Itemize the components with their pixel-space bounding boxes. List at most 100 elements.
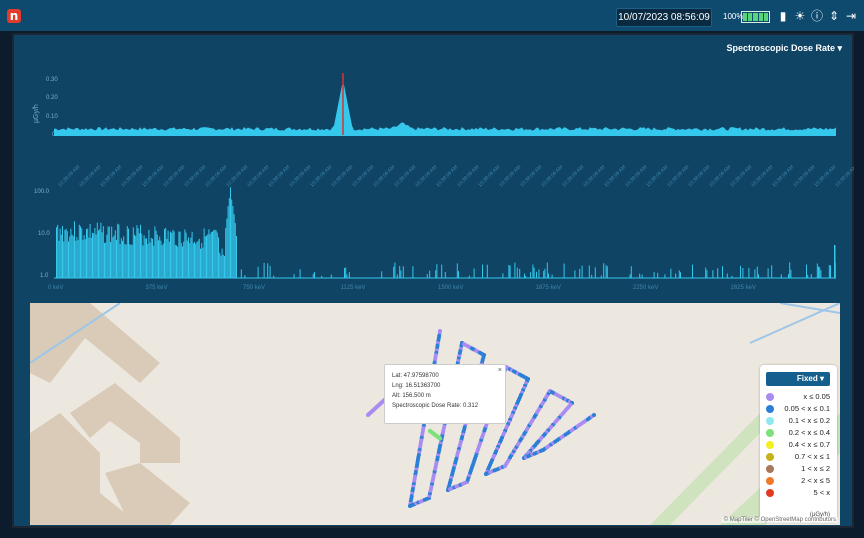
info-icon[interactable]: ⓘ (810, 8, 824, 24)
spectrum-bar (381, 271, 383, 278)
spectrum-bar (789, 262, 791, 278)
spectrum-bar (806, 264, 807, 278)
spectrum-bar (171, 232, 173, 278)
spectrum-bar (226, 218, 228, 278)
spectrum-bar (118, 224, 120, 278)
spectrum-bar (108, 226, 110, 278)
spectrum-bar (100, 222, 102, 278)
spectrum-bar (189, 243, 191, 278)
energy-spectrum-chart[interactable]: 100.0 10.0 1.0 0 keV 375 keV 750 keV 1125 k… (14, 185, 854, 303)
spectrum-bar (818, 266, 819, 278)
spectrum-bar (124, 244, 126, 278)
spectrum-bar (756, 266, 758, 278)
spectrum-bar (130, 244, 132, 278)
spectrum-bar (675, 273, 677, 278)
metric-selector-dropdown[interactable]: Spectroscopic Dose Rate ▾ (726, 43, 842, 54)
spectrum-bar (606, 266, 608, 278)
spectrum-bar (71, 234, 73, 278)
spectrum-bar (712, 270, 714, 278)
spectrum-bar (330, 274, 332, 278)
spectrum-bar (195, 243, 197, 278)
spectrum-bar (160, 240, 162, 278)
dose-y-tick: 0.10 (46, 114, 58, 120)
spectrum-bar (509, 265, 511, 278)
spectrum-bar (170, 231, 171, 278)
spectrum-bar (731, 275, 733, 278)
spectrum-bar (227, 206, 229, 278)
spectrum-bar (78, 224, 80, 278)
spectrum-bar (396, 274, 398, 278)
spectrum-bar (267, 263, 269, 278)
map-view[interactable]: × Lat: 47.97598700 Lng: 16.51363700 Alt:… (30, 303, 840, 525)
spectrum-bar (639, 273, 641, 278)
spectrum-bar (216, 232, 218, 278)
connection-icon[interactable]: ⇕ (827, 8, 841, 24)
spectrum-bar (141, 233, 143, 278)
spectrum-bar (99, 229, 101, 278)
spectrum-bar (172, 229, 174, 278)
spectrum-bar (119, 244, 121, 278)
spectrum-bar (75, 240, 77, 278)
spectrum-bar (155, 230, 157, 278)
spectrum-bar (102, 226, 104, 278)
spectrum-bar (167, 230, 169, 278)
spectrum-bar (128, 228, 129, 278)
legend-label: 1 < x ≤ 2 (801, 464, 830, 473)
spectrum-bar (224, 256, 225, 278)
spectrum-x-tick: 1500 keV (438, 285, 463, 291)
spectrum-x-tick: 2625 keV (731, 285, 756, 291)
spectrum-bar (123, 236, 125, 278)
legend-label: 0.4 < x ≤ 0.7 (788, 440, 830, 449)
spectrum-bar (107, 226, 109, 278)
spectrum-bar (154, 226, 156, 278)
spectrum-bar (60, 234, 62, 278)
spectrum-bar (767, 268, 769, 278)
spectrum-bar (92, 232, 93, 278)
spectrum-bar (111, 226, 113, 278)
spectrum-bar (164, 229, 165, 278)
spectrum-bar (188, 237, 189, 278)
spectrum-bar (225, 227, 227, 278)
spectrum-bar (273, 275, 275, 278)
spectrum-bar (179, 231, 181, 278)
spectrum-bar (64, 229, 66, 278)
location-popup: × Lat: 47.97598700 Lng: 16.51363700 Alt:… (384, 364, 506, 424)
spectrum-bar (104, 243, 105, 278)
spectrum-bar (59, 228, 61, 278)
spectrum-bar (664, 274, 666, 278)
spectrum-bar (514, 262, 516, 278)
legend-color-dot (766, 477, 774, 485)
legend-mode-dropdown[interactable]: Fixed ▾ (766, 372, 830, 386)
spectrum-bar (98, 230, 99, 278)
spectrum-bar (70, 228, 72, 278)
spectrum-bar (828, 265, 830, 278)
spectrum-bar (132, 227, 134, 278)
spectrum-bar (312, 273, 314, 278)
phone-icon[interactable]: ▮ (776, 8, 790, 24)
spectrum-bar (176, 245, 177, 278)
spectrum-bar (807, 274, 809, 278)
legend-label: 0.05 < x ≤ 0.1 (784, 404, 830, 413)
spectrum-bar (444, 272, 446, 278)
spectrum-bar (120, 238, 122, 278)
spectrum-bar (74, 221, 75, 278)
spectrum-bar (482, 264, 483, 278)
spectrum-bar (394, 262, 396, 278)
logout-icon[interactable]: ⇥ (844, 8, 858, 24)
spectrum-bar (546, 262, 548, 278)
legend-item: 0.2 < x ≤ 0.4 (766, 428, 830, 439)
brightness-icon[interactable]: ☀ (793, 8, 807, 24)
spectrum-bar (678, 270, 680, 278)
spectrum-bar (197, 240, 199, 278)
app-logo[interactable]: n (7, 9, 21, 23)
dose-y-tick: 0.30 (46, 77, 58, 83)
close-icon[interactable]: × (498, 366, 502, 376)
spectrum-bar (228, 198, 230, 278)
spectrum-bar (600, 275, 602, 278)
spectrum-bar (726, 273, 728, 278)
spectrum-x-tick: 750 keV (243, 285, 265, 291)
spectrum-bar (233, 214, 235, 278)
spectrum-bar (135, 235, 137, 278)
legend-label: 5 < x (813, 488, 830, 497)
map-attribution[interactable]: © MapTiler © OpenStreetMap contributors (721, 517, 838, 523)
